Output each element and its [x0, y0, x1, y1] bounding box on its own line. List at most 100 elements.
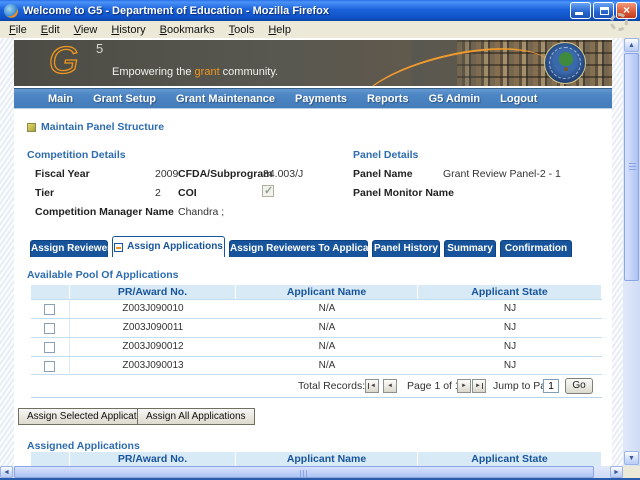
- banner-tagline: Empowering the grant community.: [112, 66, 278, 78]
- table-row: Z003J090010 N/A NJ: [31, 299, 602, 318]
- cell-pr-award: Z003J090010: [70, 300, 236, 318]
- menu-item-help[interactable]: Help: [261, 23, 298, 37]
- jump-to-page-input[interactable]: [543, 379, 559, 393]
- nav-item-logout[interactable]: Logout: [490, 93, 547, 105]
- tab-assign-applications[interactable]: Assign Applications: [112, 236, 225, 257]
- vertical-scrollbar[interactable]: ▲ ▼: [623, 38, 640, 466]
- tier-value: 2: [155, 187, 161, 199]
- coi-label: COI: [178, 187, 197, 199]
- table-row: Z003J090012 N/A NJ: [31, 337, 602, 356]
- row-checkbox[interactable]: [44, 361, 55, 372]
- tab-assign-reviewers-to-applications[interactable]: Assign Reviewers To Applications: [229, 240, 368, 257]
- cell-pr-award: Z003J090013: [70, 357, 236, 375]
- col-header-applicant-name: Applicant Name: [236, 452, 418, 466]
- menu-item-view[interactable]: View: [67, 23, 105, 37]
- col-header-pr-award: PR/Award No.: [70, 452, 236, 466]
- scroll-right-button[interactable]: ►: [610, 466, 623, 478]
- nav-item-grant-maintenance[interactable]: Grant Maintenance: [166, 93, 285, 105]
- scroll-up-button[interactable]: ▲: [624, 38, 639, 52]
- cfda-value: 84.003/J: [263, 168, 303, 180]
- menu-item-bookmarks[interactable]: Bookmarks: [153, 23, 222, 37]
- go-button[interactable]: Go: [565, 378, 593, 394]
- nav-item-grant-setup[interactable]: Grant Setup: [83, 93, 166, 105]
- cell-applicant-state: NJ: [418, 338, 602, 356]
- menu-bar: File Edit View History Bookmarks Tools H…: [0, 21, 640, 38]
- scrollbar-corner: [623, 466, 640, 478]
- competition-manager-value: Chandra ;: [178, 206, 224, 218]
- fiscal-year-label: Fiscal Year: [35, 168, 90, 180]
- nav-item-g5-admin[interactable]: G5 Admin: [419, 93, 491, 105]
- competition-details-heading: Competition Details: [27, 149, 126, 161]
- coi-checkbox: [262, 185, 274, 197]
- page-indicator: Page 1 of 1: [407, 380, 461, 392]
- throbber-icon: [610, 13, 628, 31]
- vertical-scroll-thumb[interactable]: [624, 53, 639, 281]
- cell-applicant-name: N/A: [236, 338, 418, 356]
- menu-item-history[interactable]: History: [104, 23, 152, 37]
- cell-applicant-name: N/A: [236, 319, 418, 337]
- tab-confirmation[interactable]: Confirmation: [500, 240, 572, 257]
- available-applications-table: PR/Award No. Applicant Name Applicant St…: [31, 285, 602, 375]
- fiscal-year-value: 2009: [155, 168, 178, 180]
- scroll-left-button[interactable]: ◄: [0, 466, 13, 478]
- window-title: Welcome to G5 - Department of Education …: [23, 5, 570, 17]
- col-header-applicant-state: Applicant State: [418, 285, 602, 299]
- cell-applicant-state: NJ: [418, 357, 602, 375]
- tab-panel-history[interactable]: Panel History: [372, 240, 440, 257]
- first-page-button[interactable]: ◄: [365, 379, 379, 393]
- cell-pr-award: Z003J090012: [70, 338, 236, 356]
- nav-item-main[interactable]: Main: [38, 93, 83, 105]
- tier-label: Tier: [35, 187, 54, 199]
- title-bar: Welcome to G5 - Department of Education …: [0, 0, 640, 21]
- col-header-pr-award: PR/Award No.: [70, 285, 236, 299]
- last-page-button[interactable]: ►: [472, 379, 486, 393]
- row-checkbox[interactable]: [44, 304, 55, 315]
- assign-all-button[interactable]: Assign All Applications: [137, 408, 255, 425]
- cell-pr-award: Z003J090011: [70, 319, 236, 337]
- active-tab-icon: [114, 243, 123, 252]
- row-checkbox[interactable]: [44, 342, 55, 353]
- page-title: Maintain Panel Structure: [41, 121, 164, 133]
- minimize-button[interactable]: [570, 2, 591, 19]
- nav-item-reports[interactable]: Reports: [357, 93, 419, 105]
- table-header-row: PR/Award No. Applicant Name Applicant St…: [31, 285, 602, 299]
- col-header-select: [31, 285, 70, 299]
- page-content: G 5 Empowering the grant community. Main…: [14, 38, 612, 466]
- table-row: Z003J090011 N/A NJ: [31, 318, 602, 337]
- col-header-select: [31, 452, 70, 466]
- prev-page-button[interactable]: ◄: [383, 379, 397, 393]
- table-header-row: PR/Award No. Applicant Name Applicant St…: [31, 452, 602, 466]
- cell-applicant-state: NJ: [418, 300, 602, 318]
- tab-summary[interactable]: Summary: [444, 240, 496, 257]
- cell-applicant-state: NJ: [418, 319, 602, 337]
- pagination-bar: Total Records: 4 ◄ ◄ Page 1 of 1 ► ► Jum…: [31, 375, 602, 398]
- menu-item-file[interactable]: File: [2, 23, 34, 37]
- minimize-icon: [575, 12, 583, 15]
- cell-applicant-name: N/A: [236, 357, 418, 375]
- nav-item-payments[interactable]: Payments: [285, 93, 357, 105]
- horizontal-scroll-thumb[interactable]: [14, 466, 594, 478]
- row-checkbox[interactable]: [44, 323, 55, 334]
- department-of-education-seal-icon: [544, 42, 586, 84]
- cfda-label: CFDA/Subprogram: [178, 168, 273, 180]
- menu-item-tools[interactable]: Tools: [222, 23, 262, 37]
- competition-manager-label: Competition Manager Name: [35, 206, 174, 218]
- horizontal-scrollbar[interactable]: ◄ ►: [0, 466, 623, 478]
- tab-assign-reviewers[interactable]: Assign Reviewers: [30, 240, 108, 257]
- menu-item-edit[interactable]: Edit: [34, 23, 67, 37]
- next-page-button[interactable]: ►: [457, 379, 471, 393]
- banner: G 5 Empowering the grant community.: [14, 40, 612, 86]
- panel-name-value: Grant Review Panel-2 - 1: [443, 168, 561, 180]
- panel-name-label: Panel Name: [353, 168, 413, 180]
- scroll-down-button[interactable]: ▼: [624, 451, 639, 465]
- total-records: Total Records: 4: [298, 380, 374, 392]
- available-pool-heading: Available Pool Of Applications: [27, 269, 179, 281]
- page-title-icon: [27, 123, 36, 132]
- panel-monitor-label: Panel Monitor Name: [353, 187, 454, 199]
- panel-details-heading: Panel Details: [353, 149, 418, 161]
- g5-logo: G: [49, 40, 79, 84]
- firefox-icon: [4, 4, 18, 18]
- assigned-applications-heading: Assigned Applications: [27, 440, 140, 452]
- assigned-applications-table: PR/Award No. Applicant Name Applicant St…: [31, 452, 602, 466]
- tab-bar: Assign Reviewers Assign Applications Ass…: [30, 236, 576, 257]
